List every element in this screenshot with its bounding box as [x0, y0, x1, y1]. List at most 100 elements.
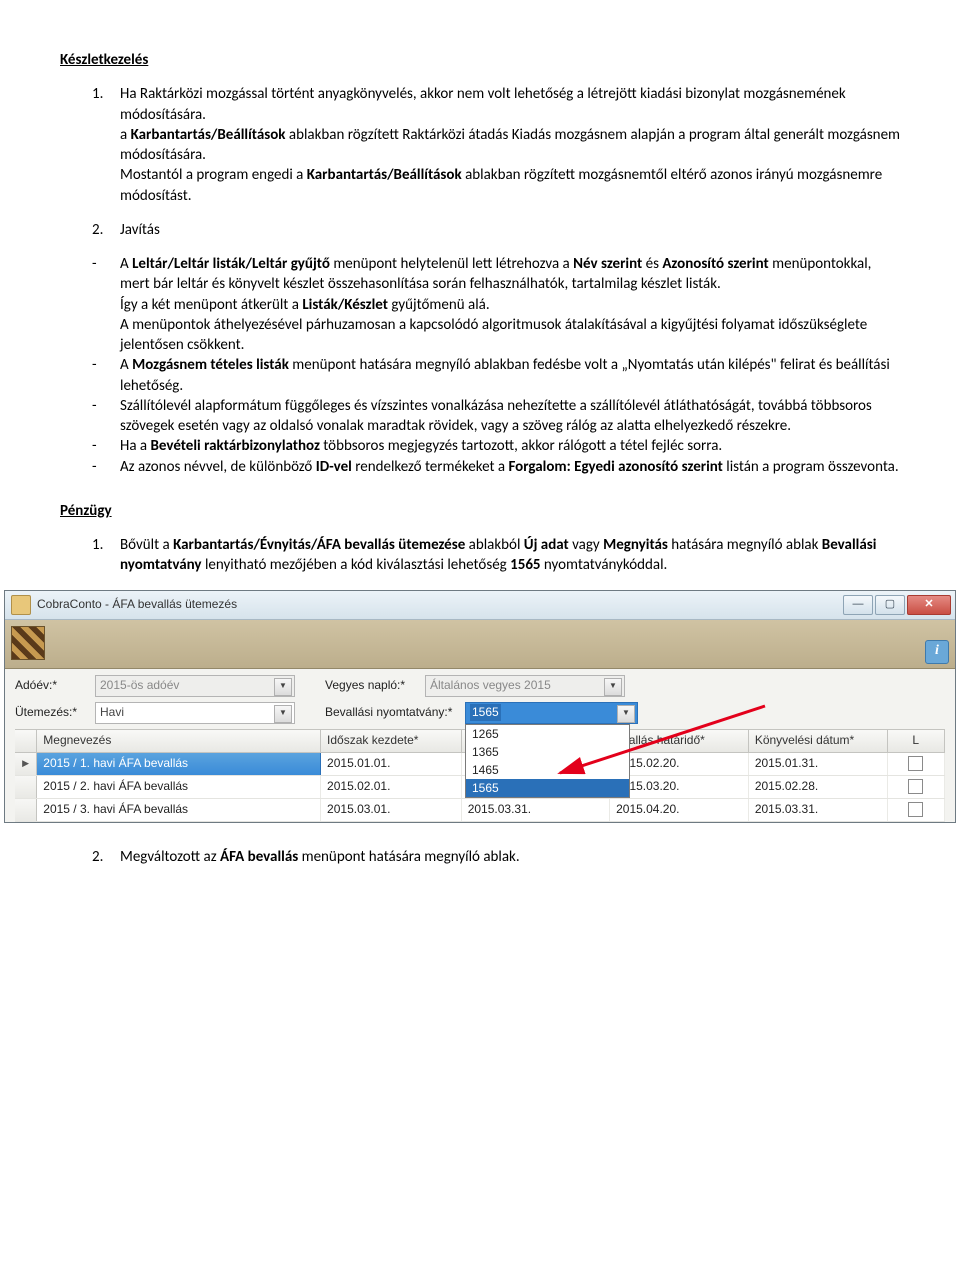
- bold-text: Karbantartás/Beállítások: [131, 126, 286, 144]
- col-header-l[interactable]: L: [888, 730, 945, 752]
- bold-text: ID-vel: [316, 458, 352, 476]
- item-number: 2.: [92, 847, 120, 867]
- embedded-screenshot: CobraConto - ÁFA bevallás ütemezés — ▢ ✕…: [4, 590, 956, 823]
- text: A: [120, 356, 132, 374]
- numbered-item-p1: 1. Bővült a Karbantartás/Évnyitás/ÁFA be…: [92, 535, 900, 576]
- text: Mostantól a program engedi a: [120, 166, 307, 184]
- cell-deadline: 2015.02.20.: [610, 753, 749, 775]
- paragraph: A menüpontok áthelyezésével párhuzamosan…: [120, 315, 900, 356]
- row-handle: [15, 799, 37, 821]
- info-button[interactable]: i: [925, 640, 949, 664]
- paragraph: Mostantól a program engedi a Karbantartá…: [120, 165, 900, 206]
- checkbox-icon: [908, 756, 923, 771]
- text: Bővült a: [120, 536, 173, 554]
- table-row[interactable]: 2015 / 3. havi ÁFA bevallás 2015.03.01. …: [15, 799, 945, 822]
- dropdown-option[interactable]: 1365: [466, 743, 629, 761]
- cell-deadline: 2015.04.20.: [610, 799, 749, 821]
- chevron-down-icon: ▼: [604, 678, 622, 696]
- numbered-item-1: 1. Ha Raktárközi mozgással történt anyag…: [92, 84, 900, 206]
- bullet-dash: -: [92, 254, 120, 355]
- cell-checkbox[interactable]: [888, 799, 945, 821]
- item-body: Bővült a Karbantartás/Évnyitás/ÁFA beval…: [120, 535, 900, 576]
- col-header-bookdate[interactable]: Könyvelési dátum*: [749, 730, 888, 752]
- text: többsoros megjegyzés tartozott, akkor rá…: [320, 437, 722, 455]
- text: és: [642, 255, 662, 273]
- form-row: Adóév:* 2015-ös adóév ▼ Vegyes napló:* Á…: [15, 675, 945, 697]
- toolbar: i: [5, 620, 955, 669]
- bold-text: Karbantartás/Beállítások: [307, 166, 462, 184]
- combo-value: 2015-ös adóév: [100, 677, 179, 693]
- col-header-name[interactable]: Megnevezés: [37, 730, 321, 752]
- app-icon: [11, 595, 31, 615]
- text: Megváltozott az: [120, 848, 220, 866]
- combo-bevallasi[interactable]: 1565 ▼ 1265 1365 1465 1565: [465, 702, 638, 724]
- text: ablakból: [465, 536, 524, 554]
- bold-text: Leltár/Leltár listák/Leltár gyűjtő: [132, 255, 330, 273]
- bold-text: Név szerint: [573, 255, 642, 273]
- minimize-button[interactable]: —: [843, 595, 873, 615]
- logo-icon: [5, 620, 49, 668]
- cell-checkbox[interactable]: [888, 753, 945, 775]
- chevron-down-icon: ▼: [617, 705, 635, 723]
- text: A: [120, 255, 132, 273]
- bullet-item: - Ha a Bevételi raktárbizonylathoz többs…: [92, 436, 900, 456]
- combo-vegyes[interactable]: Általános vegyes 2015 ▼: [425, 675, 625, 697]
- text: Így a két menüpont átkerült a: [120, 296, 302, 314]
- combo-value: Havi: [100, 704, 124, 720]
- row-handle: ▶: [15, 753, 37, 775]
- label-adoev: Adóév:*: [15, 677, 95, 693]
- row-handle: [15, 776, 37, 798]
- item-body: Ha Raktárközi mozgással történt anyagkön…: [120, 84, 900, 206]
- item-number: 1.: [92, 535, 120, 576]
- text: menüpont helytelenül lett létrehozva a: [330, 255, 573, 273]
- cell-start: 2015.01.01.: [321, 753, 462, 775]
- form-row: Ütemezés:* Havi ▼ Bevallási nyomtatvány:…: [15, 702, 945, 724]
- bold-text: Megnyitás: [603, 536, 668, 554]
- bullet-body: Az azonos névvel, de különböző ID-vel re…: [120, 457, 900, 477]
- bullet-dash: -: [92, 457, 120, 477]
- cell-checkbox[interactable]: [888, 776, 945, 798]
- text: vagy: [569, 536, 603, 554]
- bullet-body: Ha a Bevételi raktárbizonylathoz többsor…: [120, 436, 900, 456]
- bold-text: Mozgásnem tételes listák: [132, 356, 289, 374]
- text: listán a program összevonta.: [723, 458, 899, 476]
- numbered-item-p2: 2. Megváltozott az ÁFA bevallás menüpont…: [92, 847, 900, 867]
- bullet-item: - A Leltár/Leltár listák/Leltár gyűjtő m…: [92, 254, 900, 355]
- checkbox-icon: [908, 779, 923, 794]
- bullet-body: A Leltár/Leltár listák/Leltár gyűjtő men…: [120, 254, 900, 355]
- close-button[interactable]: ✕: [907, 595, 951, 615]
- window-controls: — ▢ ✕: [841, 595, 955, 615]
- dropdown-option[interactable]: 1465: [466, 761, 629, 779]
- item-number: 2.: [92, 220, 120, 240]
- dropdown-list[interactable]: 1265 1365 1465 1565: [465, 724, 630, 799]
- text: lenyitható mezőjében a kód kiválasztási …: [202, 556, 511, 574]
- text: menüpont hatására megnyíló ablak.: [298, 848, 519, 866]
- dropdown-option-selected[interactable]: 1565: [466, 779, 629, 797]
- section-title-penzugy: Pénzügy: [60, 501, 900, 521]
- combo-utemezes[interactable]: Havi ▼: [95, 702, 295, 724]
- bold-text: ÁFA bevallás: [220, 848, 298, 866]
- cell-start: 2015.03.01.: [321, 799, 462, 821]
- numbered-item-2: 2. Javítás: [92, 220, 900, 240]
- bold-text: Azonosító szerint: [662, 255, 768, 273]
- combo-adoev[interactable]: 2015-ös adóév ▼: [95, 675, 295, 697]
- paragraph: Ha Raktárközi mozgással történt anyagkön…: [120, 84, 900, 125]
- text: gyűjtőmenü alá.: [388, 296, 490, 314]
- col-header-deadline[interactable]: evallás határidő*: [610, 730, 749, 752]
- dropdown-option[interactable]: 1265: [466, 725, 629, 743]
- paragraph: Így a két menüpont átkerült a Listák/Kés…: [120, 295, 900, 315]
- bullet-item: - Az azonos névvel, de különböző ID-vel …: [92, 457, 900, 477]
- bold-text: 1565: [510, 556, 540, 574]
- window-titlebar: CobraConto - ÁFA bevallás ütemezés — ▢ ✕: [5, 591, 955, 620]
- bullet-dash: -: [92, 355, 120, 396]
- text: Ha a: [120, 437, 151, 455]
- row-handle-header: [15, 730, 37, 752]
- text: hatására megnyíló ablak: [668, 536, 822, 554]
- col-header-start[interactable]: Időszak kezdete*: [321, 730, 462, 752]
- combo-value: 1565: [470, 704, 501, 720]
- text: a: [120, 126, 131, 144]
- window-title: CobraConto - ÁFA bevallás ütemezés: [37, 596, 841, 612]
- maximize-button[interactable]: ▢: [875, 595, 905, 615]
- cell-name: 2015 / 2. havi ÁFA bevallás: [37, 776, 321, 798]
- app-window: CobraConto - ÁFA bevallás ütemezés — ▢ ✕…: [4, 590, 956, 823]
